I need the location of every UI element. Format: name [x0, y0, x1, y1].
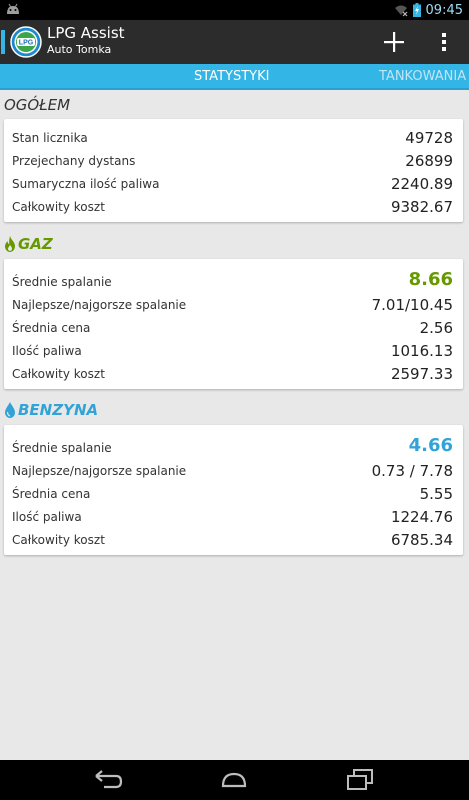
stat-label: Średnie spalanie — [12, 275, 112, 289]
flame-icon — [5, 236, 15, 252]
stat-row: Średnia cena 2.56 — [4, 318, 463, 341]
stat-row: Najlepsze/najgorsze spalanie 7.01/10.45 — [4, 295, 463, 318]
stat-row: Całkowity koszt 6785.34 — [4, 530, 463, 553]
stat-value-highlight: 4.66 — [408, 435, 453, 456]
back-icon[interactable] — [90, 766, 126, 794]
section-title-ogolem: OGÓŁEM — [4, 96, 71, 114]
clock: 09:45 — [425, 2, 463, 18]
wifi-off-icon — [394, 5, 407, 17]
stat-label: Całkowity koszt — [12, 533, 105, 547]
up-indicator — [1, 30, 5, 54]
stat-value: 2597.33 — [390, 365, 453, 383]
stat-label: Ilość paliwa — [12, 510, 82, 524]
overflow-menu-icon[interactable] — [434, 29, 454, 55]
stat-label: Najlepsze/najgorsze spalanie — [12, 298, 187, 312]
action-bar-titles: LPG Assist Auto Tomka — [47, 24, 125, 57]
stat-label: Ilość paliwa — [12, 344, 82, 358]
tab-statystyki[interactable]: STATYSTYKI — [194, 64, 269, 90]
card-gaz: Średnie spalanie 8.66 Najlepsze/najgorsz… — [4, 259, 463, 389]
card-ogolem: Stan licznika 49728 Przejechany dystans … — [4, 119, 463, 222]
stat-value: 1016.13 — [390, 342, 453, 360]
card-benzyna: Średnie spalanie 4.66 Najlepsze/najgorsz… — [4, 425, 463, 555]
stat-value: 0.73 / 7.78 — [371, 462, 453, 480]
stat-value-highlight: 8.66 — [408, 269, 453, 290]
add-icon[interactable] — [381, 29, 407, 55]
stat-label: Stan licznika — [12, 131, 88, 145]
stat-label: Średnia cena — [12, 321, 91, 335]
stat-value: 2240.89 — [390, 175, 453, 193]
section-header-benzyna: BENZYNA — [4, 400, 98, 420]
app-logo-icon: LPG — [10, 26, 42, 58]
stat-label: Średnie spalanie — [12, 441, 112, 455]
stat-row: Najlepsze/najgorsze spalanie 0.73 / 7.78 — [4, 461, 463, 484]
navigation-bar — [0, 760, 469, 800]
logo-text: LPG — [19, 40, 34, 47]
stat-value: 6785.34 — [390, 531, 453, 549]
stat-value: 5.55 — [419, 485, 453, 503]
stat-value: 1224.76 — [390, 508, 453, 526]
stat-row: Średnie spalanie 4.66 — [4, 435, 463, 461]
drop-icon — [5, 402, 15, 418]
recent-apps-icon[interactable] — [342, 766, 378, 794]
section-header-gaz: GAZ — [4, 234, 53, 254]
stat-row: Stan licznika 49728 — [4, 128, 463, 151]
stat-label: Przejechany dystans — [12, 154, 136, 168]
stat-value: 26899 — [405, 152, 453, 170]
app-title: LPG Assist — [47, 24, 125, 42]
section-title-benzyna: BENZYNA — [18, 401, 99, 419]
stat-value: 49728 — [405, 129, 453, 147]
status-bar: 09:45 — [0, 0, 469, 20]
home-icon[interactable] — [216, 766, 252, 794]
tab-tankowania[interactable]: TANKOWANIA — [379, 64, 466, 90]
stat-value: 9382.67 — [390, 198, 453, 216]
stat-row: Całkowity koszt 2597.33 — [4, 364, 463, 387]
battery-charging-icon — [412, 3, 421, 17]
stat-label: Sumaryczna ilość paliwa — [12, 177, 160, 191]
stat-row: Przejechany dystans 26899 — [4, 151, 463, 174]
stat-row: Sumaryczna ilość paliwa 2240.89 — [4, 174, 463, 197]
app-subtitle: Auto Tomka — [47, 43, 112, 56]
section-header-ogolem: OGÓŁEM — [4, 95, 70, 115]
tab-indicator — [0, 88, 469, 90]
tab-strip: STATYSTYKI TANKOWANIA — [0, 64, 469, 90]
stat-label: Całkowity koszt — [12, 200, 105, 214]
android-icon — [7, 3, 19, 14]
stat-row: Całkowity koszt 9382.67 — [4, 197, 463, 220]
section-title-gaz: GAZ — [18, 235, 53, 253]
stat-value: 7.01/10.45 — [371, 296, 453, 314]
stat-label: Całkowity koszt — [12, 367, 105, 381]
stat-label: Najlepsze/najgorsze spalanie — [12, 464, 187, 478]
stat-row: Średnia cena 5.55 — [4, 484, 463, 507]
stat-row: Średnie spalanie 8.66 — [4, 269, 463, 295]
action-bar: LPG LPG Assist Auto Tomka — [0, 20, 469, 64]
app-home-button[interactable]: LPG — [0, 20, 42, 64]
stat-row: Ilość paliwa 1016.13 — [4, 341, 463, 364]
stat-value: 2.56 — [419, 319, 453, 337]
stat-row: Ilość paliwa 1224.76 — [4, 507, 463, 530]
stat-label: Średnia cena — [12, 487, 91, 501]
